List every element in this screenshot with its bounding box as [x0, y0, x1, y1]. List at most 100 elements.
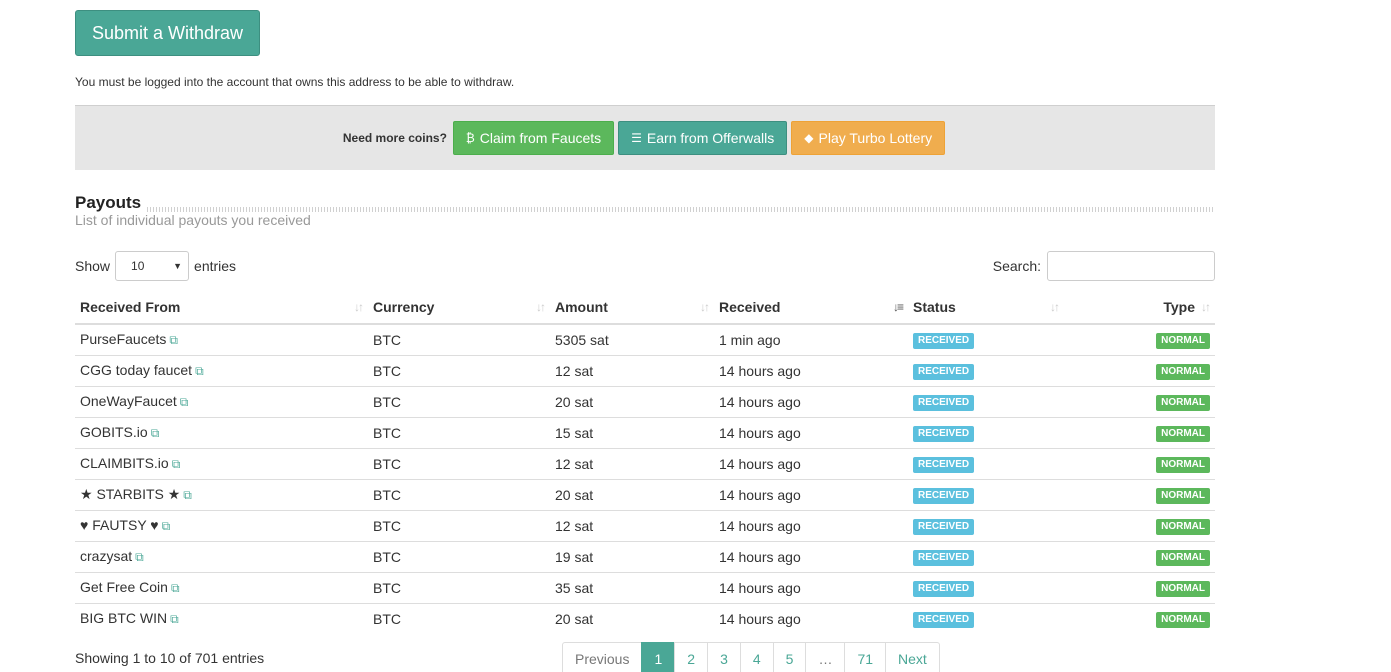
cell-type: NORMAL	[1064, 354, 1215, 386]
table-row: CLAIMBITS.io ⧉ BTC 12 sat 14 hours ago RECEIV…	[75, 447, 1215, 479]
header-label: Currency	[373, 299, 435, 315]
cell-received: 14 hours ago	[714, 571, 908, 603]
header-label: Status	[913, 299, 956, 315]
cell-received: 14 hours ago	[714, 540, 908, 572]
cell-received: 1 min ago	[714, 323, 908, 355]
header-received-from[interactable]: Received From ↓↑	[75, 291, 368, 325]
cell-amount: 15 sat	[550, 416, 714, 448]
pagination-previous[interactable]: Previous	[562, 642, 643, 672]
status-badge: RECEIVED	[913, 550, 975, 566]
claim-faucets-button[interactable]: ₿ Claim from Faucets	[452, 121, 615, 155]
pagination-page-5[interactable]: 5	[772, 642, 807, 672]
cell-type: NORMAL	[1064, 385, 1215, 417]
faucet-name: Get Free Coin	[80, 579, 168, 595]
bitcoin-icon: ₿	[465, 131, 475, 145]
cell-received-from[interactable]: crazysat ⧉	[75, 540, 368, 572]
cell-status: RECEIVED	[908, 416, 1064, 448]
table-row: CGG today faucet ⧉ BTC 12 sat 14 hours ago RE…	[75, 354, 1215, 386]
faucet-name: BIG BTC WIN	[80, 610, 168, 627]
cell-currency: BTC	[368, 385, 550, 417]
table-info: Showing 1 to 10 of 701 entries	[75, 650, 265, 666]
section-subtitle: List of individual payouts you received	[75, 212, 311, 228]
cell-received: 14 hours ago	[714, 385, 908, 417]
search-input[interactable]	[1047, 251, 1215, 281]
status-badge: RECEIVED	[913, 612, 975, 629]
status-badge: RECEIVED	[913, 519, 975, 535]
status-badge: RECEIVED	[913, 364, 975, 380]
cell-received-from[interactable]: ♥ FAUTSY ♥ ⧉	[75, 509, 368, 541]
pagination-ellipsis: …	[805, 642, 846, 672]
header-status[interactable]: Status ↓↑	[908, 291, 1064, 325]
search-label: Search:	[992, 258, 1041, 274]
cell-amount: 19 sat	[550, 540, 714, 572]
table-row: ★ STARBITS ★ ⧉ BTC 20 sat 14 hours ago RECEIV…	[75, 478, 1215, 510]
cell-type: NORMAL	[1064, 571, 1215, 603]
cell-received-from[interactable]: CLAIMBITS.io ⧉	[75, 447, 368, 479]
pagination-page-1[interactable]: 1	[641, 642, 676, 672]
cell-type: NORMAL	[1064, 540, 1215, 572]
external-link-icon[interactable]: ⧉	[151, 426, 160, 440]
cell-amount: 12 sat	[550, 509, 714, 541]
pagination-page-4[interactable]: 4	[739, 642, 774, 672]
external-link-icon[interactable]: ⧉	[180, 395, 189, 409]
type-badge: NORMAL	[1156, 488, 1210, 504]
faucet-name: GOBITS.io	[80, 424, 148, 440]
entries-select[interactable]: 10 ▼	[115, 251, 190, 281]
pagination: Previous 1 2 3 4 5 … 71 Next	[562, 642, 940, 672]
external-link-icon[interactable]: ⧉	[195, 364, 204, 378]
cell-type: NORMAL	[1064, 447, 1215, 479]
entries-length-control: Show 10 ▼ entries	[75, 251, 236, 281]
play-lottery-label: Play Turbo Lottery	[818, 130, 933, 146]
external-link-icon[interactable]: ⧉	[169, 333, 178, 347]
external-link-icon[interactable]: ⧉	[171, 581, 180, 595]
faucet-name: CGG today faucet	[80, 362, 193, 378]
pagination-next[interactable]: Next	[885, 642, 940, 672]
pagination-page-3[interactable]: 3	[707, 642, 741, 672]
status-badge: RECEIVED	[913, 426, 975, 442]
cell-type: NORMAL	[1064, 478, 1215, 510]
show-label: Show	[75, 258, 111, 274]
cell-received-from[interactable]: GOBITS.io ⧉	[75, 416, 368, 448]
cell-received: 14 hours ago	[714, 509, 908, 541]
submit-withdraw-button[interactable]: Submit a Withdraw	[75, 10, 260, 56]
payouts-table-body: PurseFaucets ⧉ BTC 5305 sat 1 min ago RECEIVE…	[75, 323, 1215, 634]
cell-status: RECEIVED	[908, 385, 1064, 417]
cell-status: RECEIVED	[908, 571, 1064, 603]
cell-received-from[interactable]: PurseFaucets ⧉	[75, 323, 368, 355]
type-badge: NORMAL	[1156, 550, 1210, 566]
cell-status: RECEIVED	[908, 323, 1064, 355]
header-received[interactable]: Received ↓≡	[714, 291, 908, 325]
cell-received-from[interactable]: BIG BTC WIN ⧉	[75, 602, 368, 634]
pagination-page-71[interactable]: 71	[844, 642, 887, 672]
faucet-name: ★ STARBITS ★	[80, 486, 181, 502]
sort-icon: ↓↑	[1050, 300, 1060, 314]
status-badge: RECEIVED	[913, 488, 975, 504]
header-amount[interactable]: Amount ↓↑	[550, 291, 714, 325]
play-lottery-button[interactable]: ◆ Play Turbo Lottery	[791, 121, 946, 155]
cell-amount: 20 sat	[550, 478, 714, 510]
cell-type: NORMAL	[1064, 509, 1215, 541]
cell-currency: BTC	[368, 478, 550, 510]
external-link-icon[interactable]: ⧉	[170, 612, 179, 626]
faucet-name: ♥ FAUTSY ♥	[80, 517, 159, 533]
earn-offerwalls-button[interactable]: ☰ Earn from Offerwalls	[618, 121, 788, 155]
external-link-icon[interactable]: ⧉	[183, 488, 192, 502]
faucet-name: PurseFaucets	[80, 331, 167, 348]
table-header-row: Received From ↓↑ Currency ↓↑ Amount ↓↑ R…	[75, 291, 1215, 325]
claim-faucets-label: Claim from Faucets	[479, 130, 602, 146]
external-link-icon[interactable]: ⧉	[135, 550, 144, 564]
cell-received-from[interactable]: OneWayFaucet ⧉	[75, 385, 368, 417]
external-link-icon[interactable]: ⧉	[172, 457, 181, 471]
ticket-icon: ◆	[804, 131, 814, 145]
cell-status: RECEIVED	[908, 354, 1064, 386]
header-currency[interactable]: Currency ↓↑	[368, 291, 550, 325]
cell-received-from[interactable]: CGG today faucet ⧉	[75, 354, 368, 386]
cell-received-from[interactable]: Get Free Coin ⧉	[75, 571, 368, 603]
sort-icon: ↓↑	[536, 300, 546, 314]
cell-currency: BTC	[368, 323, 550, 355]
pagination-page-2[interactable]: 2	[674, 642, 709, 672]
external-link-icon[interactable]: ⧉	[162, 519, 171, 533]
header-type[interactable]: Type ↓↑	[1064, 291, 1215, 325]
cell-received-from[interactable]: ★ STARBITS ★ ⧉	[75, 478, 368, 510]
cell-received: 14 hours ago	[714, 416, 908, 448]
